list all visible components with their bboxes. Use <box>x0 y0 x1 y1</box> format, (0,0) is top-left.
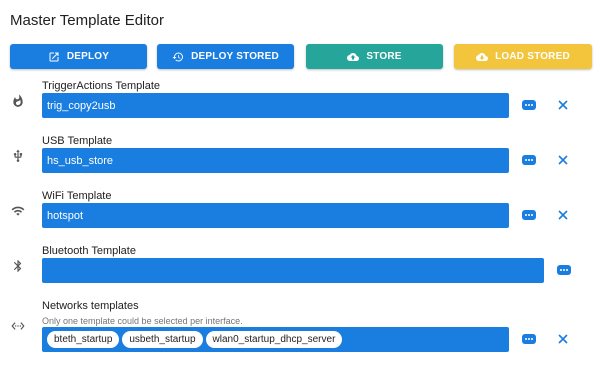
deploy-stored-button[interactable]: DEPLOY STORED <box>157 44 294 69</box>
close-icon <box>558 210 568 220</box>
network-chip[interactable]: wlan0_startup_dhcp_server <box>205 331 343 348</box>
deploy-stored-button-label: DEPLOY STORED <box>191 51 279 62</box>
bluetooth-template-row: Bluetooth Template <box>0 243 599 285</box>
page-title: Master Template Editor <box>10 12 164 29</box>
networks-template-field[interactable]: bteth_startup usbeth_startup wlan0_start… <box>42 327 509 352</box>
bluetooth-template-open-button[interactable] <box>557 265 571 275</box>
close-icon <box>558 155 568 165</box>
trigger-template-clear-button[interactable] <box>557 99 569 111</box>
trigger-template-row: TriggerActions Template trig_copy2usb <box>0 78 599 120</box>
history-icon <box>172 52 184 62</box>
store-button[interactable]: STORE <box>306 44 443 69</box>
action-bar: DEPLOY DEPLOY STORED STORE LOAD STORED <box>10 44 592 69</box>
open-in-new-icon <box>49 52 59 61</box>
trigger-template-open-button[interactable] <box>522 100 536 110</box>
fire-icon <box>10 93 26 109</box>
wifi-template-label: WiFi Template <box>42 190 112 202</box>
network-icon <box>10 318 26 334</box>
bluetooth-template-field[interactable] <box>42 258 544 283</box>
more-horiz-icon <box>522 210 536 220</box>
networks-template-label: Networks templates <box>42 300 139 312</box>
cloud-upload-icon <box>347 52 360 61</box>
wifi-template-clear-button[interactable] <box>557 209 569 221</box>
networks-template-row: Networks templates Only one template cou… <box>0 298 599 356</box>
more-horiz-icon <box>522 155 536 165</box>
bluetooth-icon <box>10 258 26 274</box>
close-icon <box>558 100 568 110</box>
close-icon <box>558 334 568 344</box>
store-button-label: STORE <box>366 51 402 62</box>
usb-template-open-button[interactable] <box>522 155 536 165</box>
more-horiz-icon <box>522 334 536 344</box>
deploy-button[interactable]: DEPLOY <box>10 44 147 69</box>
wifi-template-field[interactable]: hotspot <box>42 203 509 228</box>
networks-template-hint: Only one template could be selected per … <box>42 316 243 326</box>
wifi-template-row: WiFi Template hotspot <box>0 188 599 230</box>
networks-template-open-button[interactable] <box>522 334 536 344</box>
trigger-template-field[interactable]: trig_copy2usb <box>42 93 509 118</box>
bluetooth-template-label: Bluetooth Template <box>42 245 136 257</box>
usb-template-field[interactable]: hs_usb_store <box>42 148 509 173</box>
usb-template-row: USB Template hs_usb_store <box>0 133 599 175</box>
more-horiz-icon <box>557 265 571 275</box>
wifi-template-open-button[interactable] <box>522 210 536 220</box>
usb-template-value: hs_usb_store <box>47 154 114 167</box>
load-stored-button-label: LOAD STORED <box>495 51 570 62</box>
trigger-template-value: trig_copy2usb <box>47 99 116 112</box>
trigger-template-label: TriggerActions Template <box>42 80 160 92</box>
wifi-template-value: hotspot <box>47 209 84 222</box>
wifi-icon <box>10 203 26 219</box>
usb-icon <box>10 148 26 164</box>
cloud-download-icon <box>476 52 489 61</box>
usb-template-clear-button[interactable] <box>557 154 569 166</box>
network-chip[interactable]: bteth_startup <box>47 331 120 348</box>
network-chip[interactable]: usbeth_startup <box>122 331 203 348</box>
networks-template-clear-button[interactable] <box>557 333 569 345</box>
deploy-button-label: DEPLOY <box>66 51 110 62</box>
usb-template-label: USB Template <box>42 135 113 147</box>
more-horiz-icon <box>522 100 536 110</box>
load-stored-button[interactable]: LOAD STORED <box>454 44 592 69</box>
